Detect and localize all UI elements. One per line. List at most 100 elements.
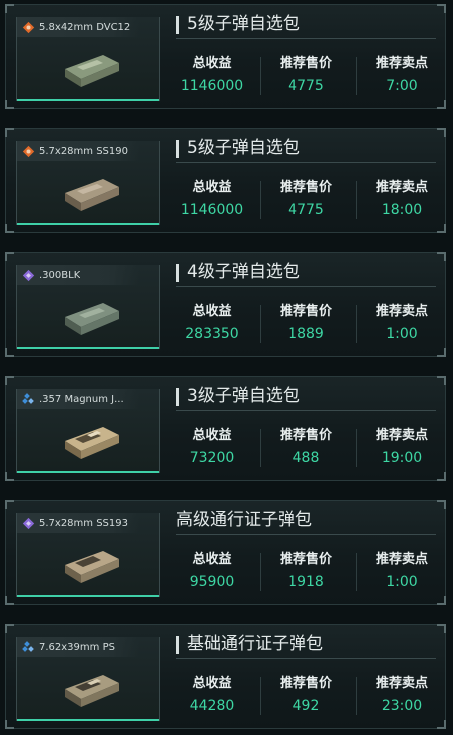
ammo-pack-card[interactable]: 5.7x28mm SS190 5级子弹自选包 总收益 1146000 推荐售价 … [5, 128, 446, 233]
stat-value: 1146000 [180, 78, 244, 94]
rarity-underline [17, 223, 159, 225]
stat-value: 18:00 [381, 202, 423, 218]
ammo-name: .357 Magnum J... [39, 393, 124, 405]
item-slot[interactable]: 7.62x39mm PS [16, 637, 160, 721]
ammo-pack-card[interactable]: .357 Magnum J... 3级子弹自选包 总收益 73200 推荐售价 [5, 376, 446, 481]
pack-title: 5级子弹自选包 [187, 14, 300, 34]
pack-header: 5级子弹自选包 [176, 12, 436, 39]
frame-corner [5, 100, 14, 109]
stat-label: 推荐售价 [279, 56, 332, 71]
stats-row: 总收益 1146000 推荐售价 4775 推荐卖点 18:00 [168, 179, 448, 223]
rarity-underline [17, 471, 159, 473]
stat-value: 1146000 [180, 202, 244, 218]
title-accent-bar [176, 636, 179, 654]
stat-value: 488 [292, 450, 320, 466]
stat-label: 推荐售价 [279, 552, 332, 567]
stat-recommended-price: 推荐售价 488 [258, 427, 354, 469]
stats-row: 总收益 283350 推荐售价 1889 推荐卖点 1:00 [168, 303, 448, 347]
stat-total-revenue: 总收益 1146000 [164, 55, 260, 97]
stat-total-revenue: 总收益 73200 [164, 427, 260, 469]
ammo-box-icon [65, 179, 119, 211]
frame-corner [437, 100, 446, 109]
stat-recommended-time: 推荐卖点 1:00 [354, 303, 450, 345]
stat-label: 推荐卖点 [375, 428, 428, 443]
frame-corner [5, 348, 14, 357]
ammo-name: 5.7x28mm SS190 [39, 145, 128, 157]
item-slot[interactable]: .357 Magnum J... [16, 389, 160, 473]
blue-diamond-icon [22, 640, 35, 654]
stat-value: 95900 [189, 574, 235, 590]
orange-diamond-icon [22, 21, 35, 34]
stat-value: 1:00 [386, 574, 418, 590]
stat-recommended-time: 推荐卖点 19:00 [354, 427, 450, 469]
pack-header: 3级子弹自选包 [176, 384, 436, 411]
pack-header: 4级子弹自选包 [176, 260, 436, 287]
title-accent-bar [176, 388, 179, 406]
stat-value: 44280 [189, 698, 235, 714]
pack-header: 高级通行证子弹包 [176, 508, 436, 535]
stat-label: 总收益 [192, 180, 232, 195]
ammo-box-icon [65, 551, 119, 583]
ammo-pack-list: 5.8x42mm DVC12 5级子弹自选包 总收益 1146000 推荐售价 … [0, 0, 453, 735]
stat-label: 推荐卖点 [375, 304, 428, 319]
stat-value: 73200 [189, 450, 235, 466]
ammo-name: 5.8x42mm DVC12 [39, 21, 131, 33]
ammo-box-icon [65, 675, 119, 707]
item-slot[interactable]: 5.7x28mm SS190 [16, 141, 160, 225]
frame-corner [437, 472, 446, 481]
stat-recommended-time: 推荐卖点 18:00 [354, 179, 450, 221]
ammo-box-icon [65, 55, 119, 87]
ammo-pack-card[interactable]: 5.8x42mm DVC12 5级子弹自选包 总收益 1146000 推荐售价 … [5, 4, 446, 109]
pack-header: 5级子弹自选包 [176, 136, 436, 163]
title-accent-bar [176, 264, 179, 282]
orange-diamond-icon [22, 145, 35, 158]
stat-value: 19:00 [381, 450, 423, 466]
pack-header: 基础通行证子弹包 [176, 632, 436, 659]
blue-diamond-icon [22, 392, 35, 406]
stat-label: 推荐售价 [279, 428, 332, 443]
pack-title: 4级子弹自选包 [187, 262, 300, 282]
pack-title: 3级子弹自选包 [187, 386, 300, 406]
stat-label: 推荐卖点 [375, 552, 428, 567]
ammo-box-icon [65, 427, 119, 459]
item-name-tag: 5.8x42mm DVC12 [17, 17, 139, 37]
frame-corner [5, 224, 14, 233]
purple-diamond-icon [22, 517, 35, 530]
ammo-pack-card[interactable]: .300BLK 4级子弹自选包 总收益 283350 推荐售价 1889 推荐卖… [5, 252, 446, 357]
purple-diamond-icon [22, 269, 35, 282]
stat-label: 总收益 [192, 552, 232, 567]
stat-value: 1889 [288, 326, 324, 342]
item-slot[interactable]: 5.8x42mm DVC12 [16, 17, 160, 101]
item-name-tag: 5.7x28mm SS193 [17, 513, 139, 533]
ammo-pack-card[interactable]: 7.62x39mm PS 基础通行证子弹包 总收益 44280 推荐售价 492… [5, 624, 446, 729]
stats-row: 总收益 1146000 推荐售价 4775 推荐卖点 7:00 [168, 55, 448, 99]
item-slot[interactable]: 5.7x28mm SS193 [16, 513, 160, 597]
item-slot[interactable]: .300BLK [16, 265, 160, 349]
stat-total-revenue: 总收益 283350 [164, 303, 260, 345]
stat-label: 推荐卖点 [375, 56, 428, 71]
rarity-underline [17, 595, 159, 597]
stats-row: 总收益 73200 推荐售价 488 推荐卖点 19:00 [168, 427, 448, 471]
stat-total-revenue: 总收益 44280 [164, 675, 260, 717]
rarity-underline [17, 347, 159, 349]
stat-recommended-price: 推荐售价 1889 [258, 303, 354, 345]
stats-row: 总收益 44280 推荐售价 492 推荐卖点 23:00 [168, 675, 448, 719]
item-name-tag: .357 Magnum J... [17, 389, 139, 409]
stat-value: 4775 [288, 78, 324, 94]
ammo-pack-card[interactable]: 5.7x28mm SS193 高级通行证子弹包 总收益 95900 推荐售价 1… [5, 500, 446, 605]
stat-recommended-price: 推荐售价 1918 [258, 551, 354, 593]
stat-value: 7:00 [386, 78, 418, 94]
stat-label: 总收益 [192, 428, 232, 443]
stats-row: 总收益 95900 推荐售价 1918 推荐卖点 1:00 [168, 551, 448, 595]
ammo-box-icon [65, 303, 119, 335]
ammo-name: 5.7x28mm SS193 [39, 517, 128, 529]
pack-title: 基础通行证子弹包 [187, 634, 323, 654]
frame-corner [437, 596, 446, 605]
stat-total-revenue: 总收益 95900 [164, 551, 260, 593]
stat-label: 总收益 [192, 56, 232, 71]
frame-corner [5, 472, 14, 481]
stat-value: 1918 [288, 574, 324, 590]
frame-corner [5, 720, 14, 729]
stat-label: 总收益 [192, 304, 232, 319]
item-name-tag: .300BLK [17, 265, 139, 285]
